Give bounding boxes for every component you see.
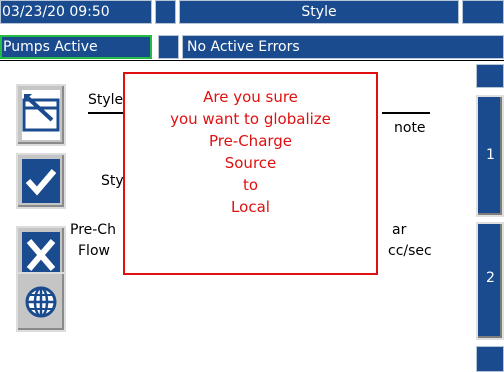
tab-2[interactable]: 2 [476,222,504,340]
note-suffix: note [394,120,426,136]
datetime-display: 03/23/20 09:50 [0,0,152,24]
style-label: Style [88,92,124,108]
confirm-globalize-dialog: Are you sure you want to globalize Pre-C… [123,72,378,275]
dialog-line-2: you want to globalize [170,110,331,128]
confirm-button[interactable] [16,153,66,209]
checkmark-icon [22,159,60,203]
unit-suffix-2: cc/sec [388,243,432,259]
dialog-line-6: Local [231,198,270,216]
pump-status-text: Pumps Active [3,39,98,55]
header-indicator-2 [462,0,504,24]
screen-title: Style [179,0,459,24]
dialog-line-5: to [242,176,259,194]
precharge-label: Pre-Ch [70,222,116,238]
unit-suffix-1: ar [392,222,407,238]
screen-title-text: Style [301,4,337,20]
dialog-line-1: Are you sure [203,88,298,106]
edit-icon [22,90,60,140]
pump-status: Pumps Active [0,35,152,59]
tab-bottom-indicator [476,346,504,372]
style-underline [88,112,128,114]
error-status: No Active Errors [182,35,504,59]
note-underline [382,112,430,114]
tab-2-label: 2 [486,270,495,286]
tab-1-label: 1 [486,147,495,163]
dialog-line-4: Source [224,154,277,172]
error-status-text: No Active Errors [187,39,300,55]
style-field-label: Sty [101,173,124,189]
header-divider [0,60,504,61]
flow-label: Flow [78,243,110,259]
dialog-line-3: Pre-Charge [208,132,293,150]
globalize-button[interactable] [16,272,66,332]
edit-style-button[interactable] [16,84,66,146]
globe-icon [22,278,60,326]
tab-1[interactable]: 1 [476,95,504,217]
tab-top-indicator [476,64,504,88]
datetime-text: 03/23/20 09:50 [2,4,110,20]
header-indicator-3 [158,35,179,59]
header-indicator-1 [155,0,176,24]
